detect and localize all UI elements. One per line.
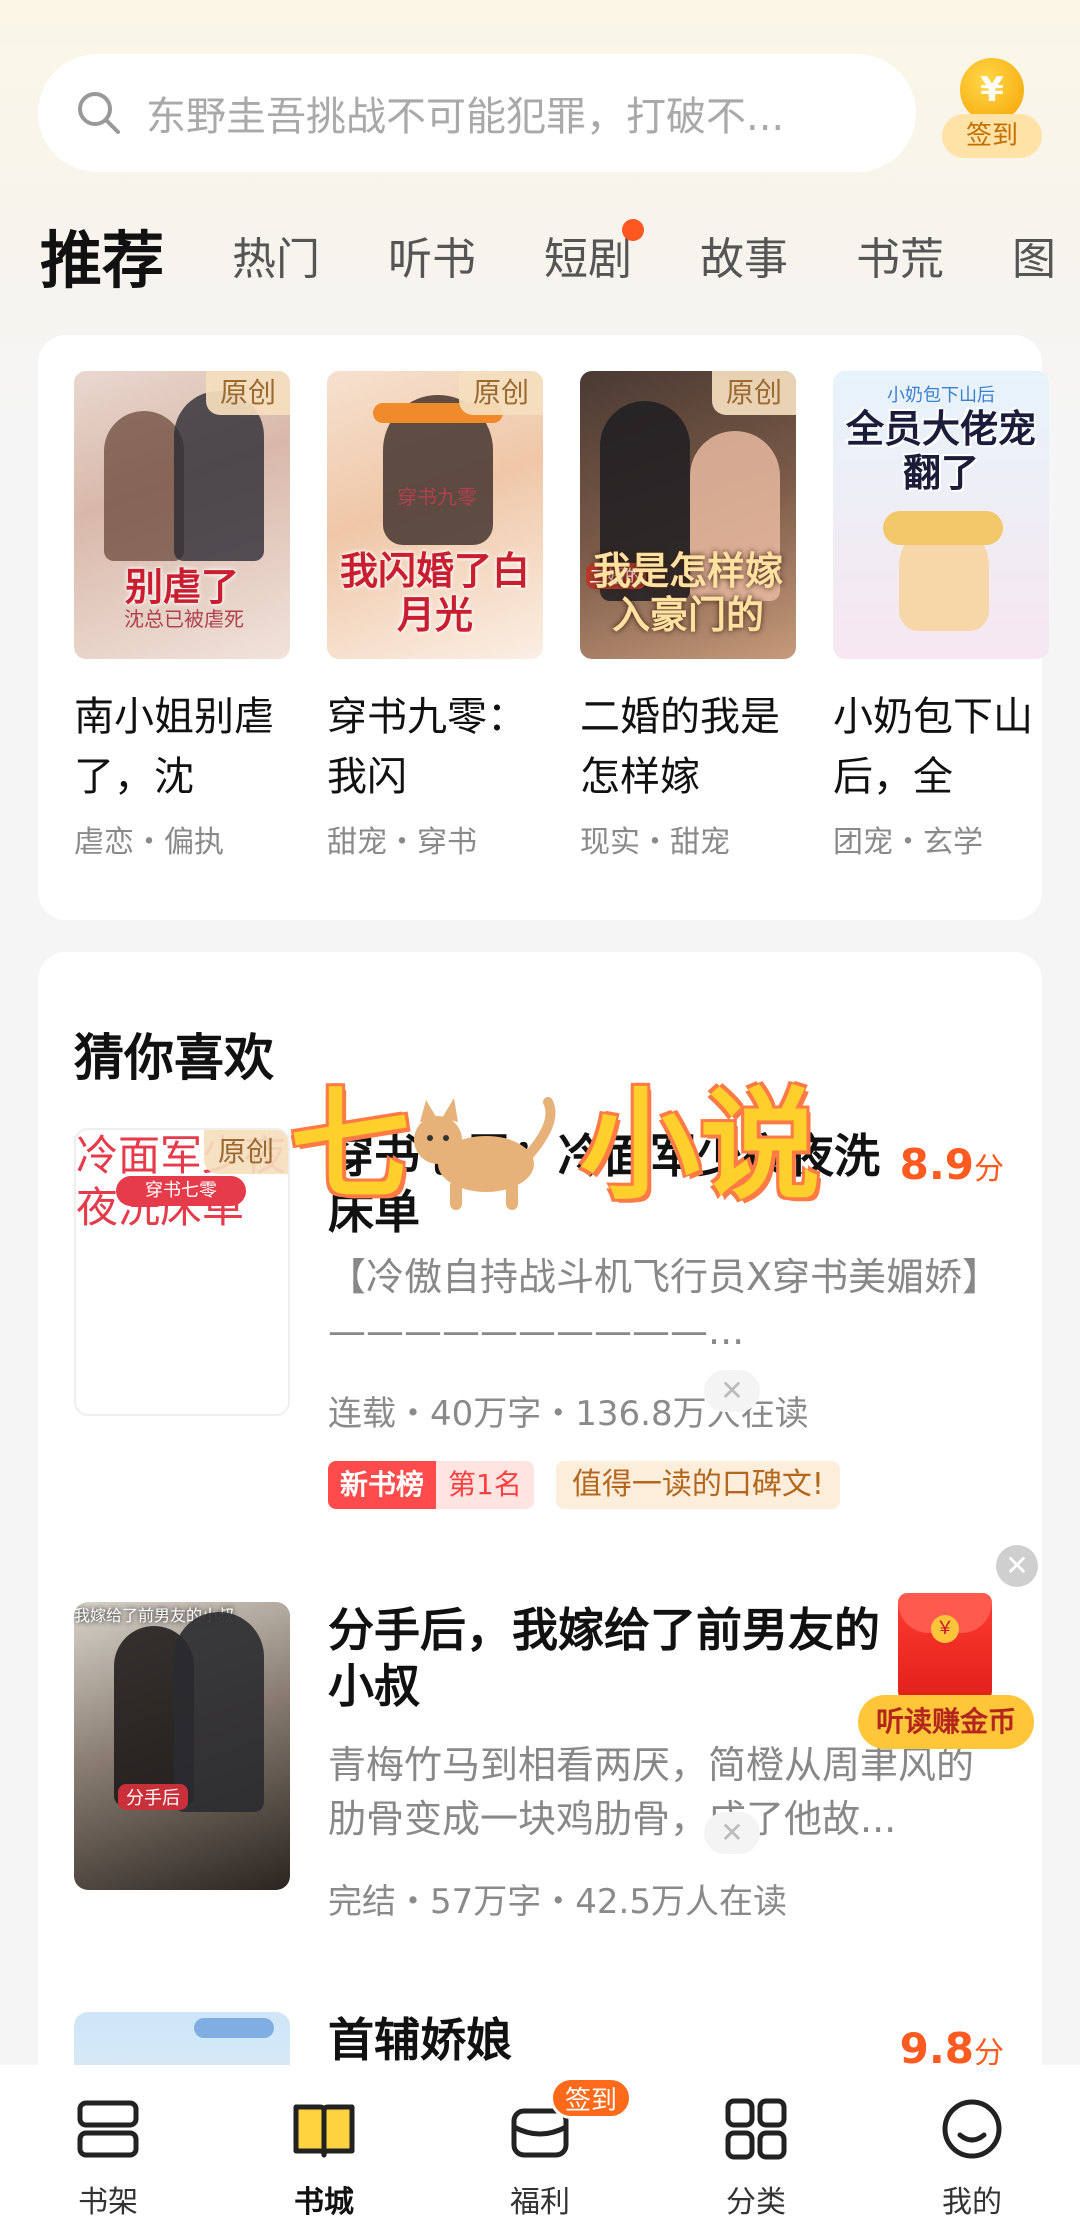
cat-icon — [414, 1097, 556, 1210]
cover-subtitle: 穿书七零 — [116, 1176, 246, 1206]
nav-label: 我的 — [942, 2185, 1002, 2220]
book-cover[interactable]: 沈总已被虐死 别虐了 原创 — [74, 371, 290, 659]
nav-label: 书架 — [78, 2185, 138, 2220]
cover-title: 全员大佬宠翻了 — [845, 406, 1036, 495]
book-item[interactable]: 小奶包下山后 全员大佬宠翻了 小奶包下山后，全 团宠・玄学 — [833, 371, 1049, 861]
cover-title: 我闪婚了白月光 — [339, 548, 530, 637]
book-tags: 虐恋・偏执 — [74, 825, 224, 860]
tab-short-drama[interactable]: 短剧 — [544, 219, 645, 287]
book-cover[interactable]: 穿书七零 冷面军少夜夜洗床单 原创 — [74, 1128, 290, 1416]
book-item[interactable]: 二婚的 我是怎样嫁入豪门的 原创 二婚的我是怎样嫁 现实・甜宠 — [580, 371, 796, 861]
search-icon — [78, 92, 120, 134]
new-dot-indicator — [622, 219, 645, 241]
search-bar[interactable]: 东野圭吾挑战不可能犯罪，打破不... — [38, 54, 916, 172]
tab-short-drama-label: 短剧 — [544, 234, 633, 285]
listen-earn-label: 听读赚金币 — [858, 1695, 1034, 1749]
dismiss-button[interactable]: ✕ — [704, 1370, 760, 1412]
bookshelf-icon — [77, 2100, 139, 2158]
book-cover[interactable]: 穿书九零 我闪婚了白月光 原创 — [327, 371, 543, 659]
tab-hot[interactable]: 热门 — [232, 223, 320, 287]
dismiss-button[interactable]: ✕ — [704, 1812, 760, 1854]
book-meta: 连载・40万字・136.8万人在读 — [328, 1394, 809, 1434]
recommend-note-chip: 值得一读的口碑文! — [555, 1461, 840, 1509]
original-badge: 原创 — [712, 371, 796, 415]
score-unit: 分 — [974, 1152, 1004, 1187]
chip-row: 新书榜 第1名 值得一读的口碑文! — [328, 1461, 1004, 1509]
nav-bookshelf[interactable]: 书架 — [0, 2065, 216, 2231]
cover-subtitle: 穿书九零 — [397, 485, 477, 509]
search-placeholder: 东野圭吾挑战不可能犯罪，打破不... — [146, 94, 785, 140]
watermark-logo: 七 小说 — [290, 1072, 910, 1232]
red-envelope-icon — [898, 1593, 992, 1703]
nav-welfare[interactable]: 签到 福利 — [432, 2065, 648, 2231]
book-tags: 团宠・玄学 — [833, 825, 983, 860]
rank-chip[interactable]: 新书榜 第1名 — [328, 1461, 534, 1509]
original-badge: 原创 — [459, 371, 543, 415]
book-info: 首辅娇娘 9.8分 — [328, 2012, 1004, 2073]
book-cover[interactable]: 分手后 我嫁给了前男友的小叔 — [74, 1602, 290, 1890]
nav-label: 书城 — [294, 2185, 354, 2220]
category-tabs: 推荐 热门 听书 短剧 故事 书荒 图 — [40, 210, 1080, 300]
cover-title: 别虐了 — [124, 564, 239, 609]
watermark-text-1: 七 — [290, 1077, 410, 1216]
book-item[interactable]: 沈总已被虐死 别虐了 原创 南小姐别虐了，沈 虐恋・偏执 — [74, 371, 290, 861]
book-title: 二婚的我是怎样嫁 — [580, 694, 780, 800]
watermark-text-2: 小说 — [580, 1077, 820, 1216]
book-score: 8.9分 — [900, 1140, 1004, 1189]
coin-icon: ¥ — [960, 58, 1024, 122]
signin-label: 签到 — [942, 114, 1042, 158]
rank-chip-value: 第1名 — [436, 1461, 534, 1509]
tab-story[interactable]: 故事 — [700, 223, 788, 287]
signin-button[interactable]: ¥ 签到 — [942, 58, 1042, 162]
signin-badge: 签到 — [550, 2077, 633, 2119]
profile-icon — [942, 2099, 1002, 2159]
nav-label: 福利 — [510, 2185, 570, 2220]
book-title: 穿书九零：我闪 — [327, 694, 527, 800]
cover-subtitle: 小奶包下山后 — [887, 385, 995, 406]
nav-category[interactable]: 分类 — [648, 2065, 864, 2231]
book-cover[interactable]: 二婚的 我是怎样嫁入豪门的 原创 — [580, 371, 796, 659]
tab-recommend[interactable]: 推荐 — [40, 210, 164, 300]
book-title: 分手后，我嫁给了前男友的小叔 — [328, 1603, 880, 1713]
book-open-icon — [293, 2104, 355, 2158]
recommended-list: 沈总已被虐死 别虐了 原创 南小姐别虐了，沈 虐恋・偏执 穿书九零 我闪婚了白月… — [74, 371, 1080, 861]
cover-subtitle: 分手后 — [118, 1784, 188, 1810]
tab-audiobook[interactable]: 听书 — [388, 223, 476, 287]
close-widget-button[interactable]: ✕ — [996, 1545, 1038, 1587]
book-title: 小奶包下山后，全 — [833, 694, 1033, 800]
book-title: 首辅娇娘 — [328, 2013, 512, 2067]
book-title: 南小姐别虐了，沈 — [74, 694, 274, 800]
book-meta: 完结・57万字・42.5万人在读 — [328, 1882, 787, 1922]
rank-chip-label: 新书榜 — [328, 1461, 437, 1509]
recommended-card: 沈总已被虐死 别虐了 原创 南小姐别虐了，沈 虐恋・偏执 穿书九零 我闪婚了白月… — [38, 335, 1049, 920]
book-cover[interactable]: 小奶包下山后 全员大佬宠翻了 — [833, 371, 1049, 659]
book-description: 【冷傲自持战斗机飞行员X穿书美媚娇】——————————... — [328, 1255, 1001, 1353]
book-tags: 现实・甜宠 — [580, 825, 730, 860]
book-tags: 甜宠・穿书 — [327, 825, 477, 860]
cover-title: 我是怎样嫁入豪门的 — [592, 548, 783, 637]
grid-icon — [725, 2098, 787, 2160]
bottom-navigation: 书架 书城 签到 福利 分类 我的 — [0, 2065, 1080, 2231]
original-badge: 原创 — [206, 371, 290, 415]
original-badge: 原创 — [204, 1130, 288, 1174]
listen-earn-coins-widget[interactable]: 听读赚金币 ✕ — [858, 1545, 1038, 1755]
nav-label: 分类 — [726, 2185, 786, 2220]
cover-title: 我嫁给了前男友的小叔 — [74, 1606, 235, 1625]
tab-book-shortage[interactable]: 书荒 — [856, 223, 944, 287]
book-item[interactable]: 穿书九零 我闪婚了白月光 原创 穿书九零：我闪 甜宠・穿书 — [327, 371, 543, 861]
tab-more[interactable]: 图 — [1012, 223, 1056, 287]
section-title: 猜你喜欢 — [74, 1029, 274, 1087]
nav-bookstore[interactable]: 书城 — [216, 2065, 432, 2231]
score-value: 8.9 — [899, 1140, 974, 1189]
nav-profile[interactable]: 我的 — [864, 2065, 1080, 2231]
